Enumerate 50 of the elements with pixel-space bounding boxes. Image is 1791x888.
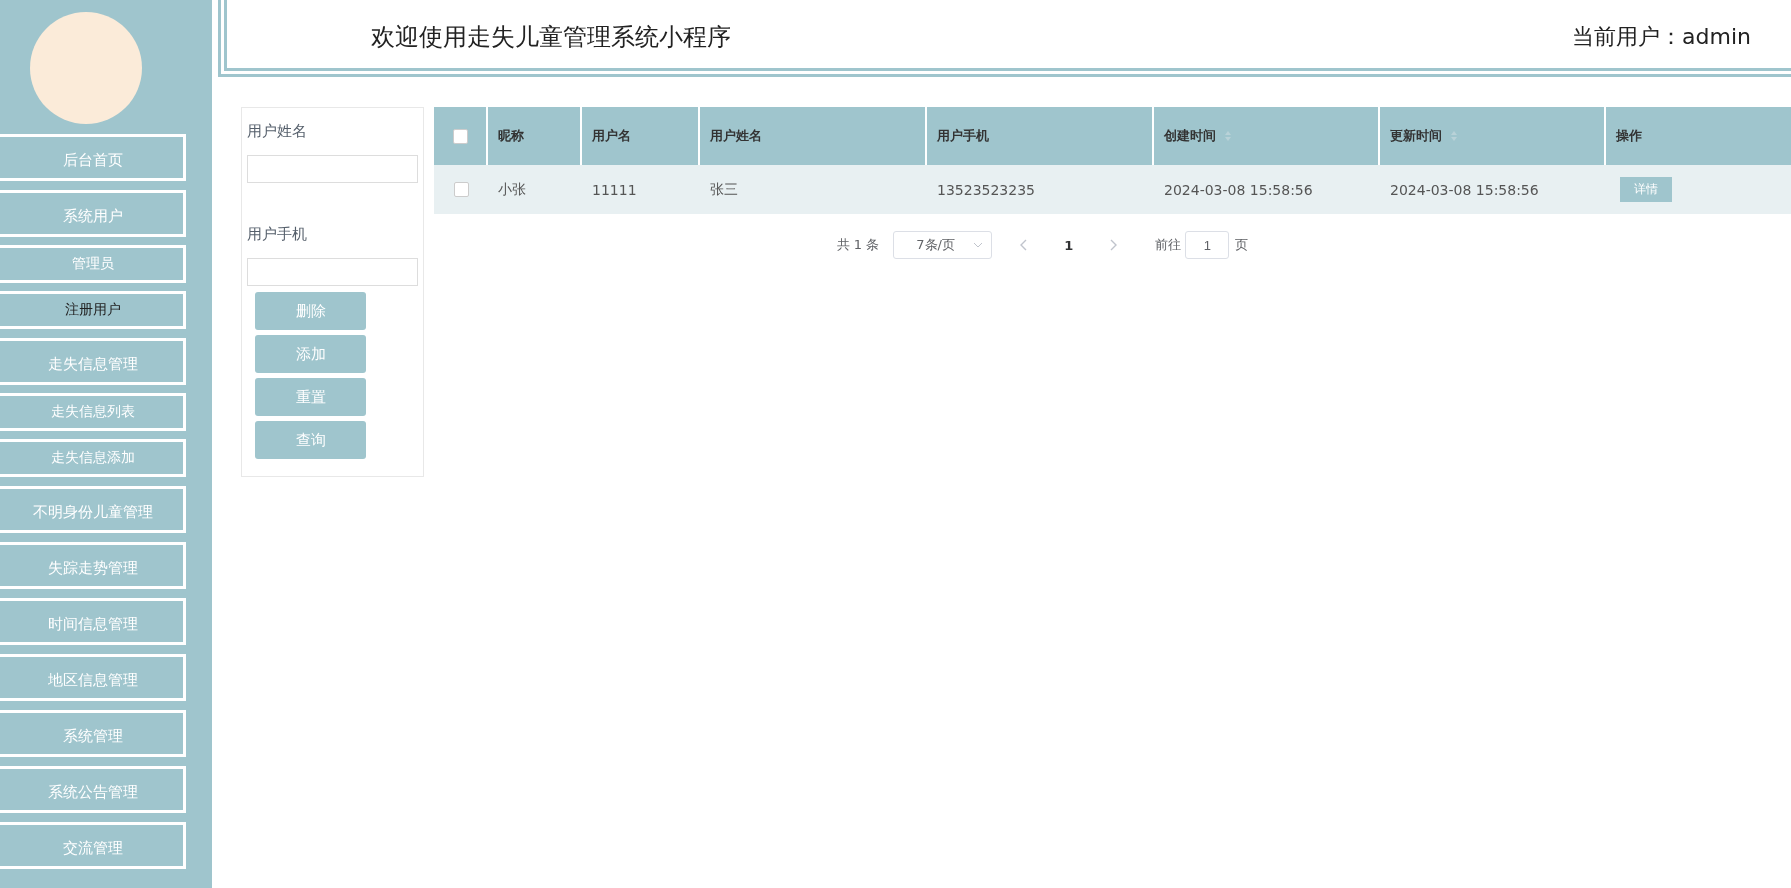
current-user: 当前用户：admin [1572, 23, 1751, 51]
sidebar-item[interactable]: 管理员 [0, 245, 186, 283]
input-field[interactable] [247, 258, 418, 286]
input-field[interactable] [247, 155, 418, 183]
sidebar-item[interactable]: 地区信息管理 [0, 654, 186, 701]
sidebar-item[interactable]: 后台首页 [0, 134, 186, 181]
column-header: 创建时间 [1164, 127, 1216, 145]
sidebar-item[interactable]: 不明身份儿童管理 [0, 486, 186, 533]
action-button[interactable]: 删除 [255, 292, 366, 330]
goto-label: 前往 [1155, 236, 1182, 254]
action-button[interactable]: 添加 [255, 335, 366, 373]
action-button[interactable]: 查询 [255, 421, 366, 459]
page-size-select[interactable]: 7条/页 [893, 231, 993, 259]
page-input[interactable]: 1 [1185, 231, 1230, 259]
table-cell: 小张 [498, 180, 526, 199]
sidebar-item[interactable]: 时间信息管理 [0, 598, 186, 645]
table-cell: 张三 [710, 180, 738, 199]
sidebar-item[interactable]: 系统管理 [0, 710, 186, 757]
sidebar-item[interactable]: 交流管理 [0, 822, 186, 869]
action-button[interactable]: 重置 [255, 378, 366, 416]
sidebar-item[interactable]: 注册用户 [0, 291, 186, 329]
page-suffix: 页 [1235, 236, 1249, 254]
checkbox[interactable] [452, 128, 468, 144]
sidebar-item[interactable]: 失踪走势管理 [0, 542, 186, 589]
sort-icon[interactable] [1224, 130, 1232, 142]
column-header: 更新时间 [1390, 127, 1442, 145]
filter-label: 用户手机 [247, 225, 308, 244]
sidebar-item[interactable]: 走失信息列表 [0, 393, 186, 431]
column-header: 用户手机 [937, 127, 989, 145]
column-header: 操作 [1616, 127, 1642, 145]
sidebar-item[interactable]: 走失信息管理 [0, 338, 186, 385]
total-count: 共 1 条 [836, 236, 880, 254]
sidebar-item[interactable]: 系统用户 [0, 190, 186, 237]
table-cell: 13523523235 [937, 181, 1035, 198]
column-header: 昵称 [498, 127, 524, 145]
sidebar-item[interactable]: 系统公告管理 [0, 766, 186, 813]
sidebar-item[interactable]: 走失信息添加 [0, 439, 186, 477]
filter-label: 用户姓名 [247, 122, 308, 141]
table-cell: 11111 [592, 181, 637, 198]
page-title: 欢迎使用走失儿童管理系统小程序 [371, 22, 731, 53]
chevron-down-icon [973, 242, 984, 248]
table-cell: 2024-03-08 15:58:56 [1390, 181, 1539, 198]
table-cell: 2024-03-08 15:58:56 [1164, 181, 1313, 198]
page-number[interactable]: 1 [1064, 237, 1074, 253]
sort-icon[interactable] [1450, 130, 1458, 142]
detail-button[interactable]: 详情 [1620, 177, 1672, 202]
column-header: 用户姓名 [710, 127, 762, 145]
column-header: 用户名 [592, 127, 631, 145]
table-row[interactable]: 小张 11111 张三 13523523235 2024-03-08 15:58:56 2024-03-08 15:58:56 详情 [434, 165, 1791, 214]
checkbox[interactable] [453, 182, 469, 197]
